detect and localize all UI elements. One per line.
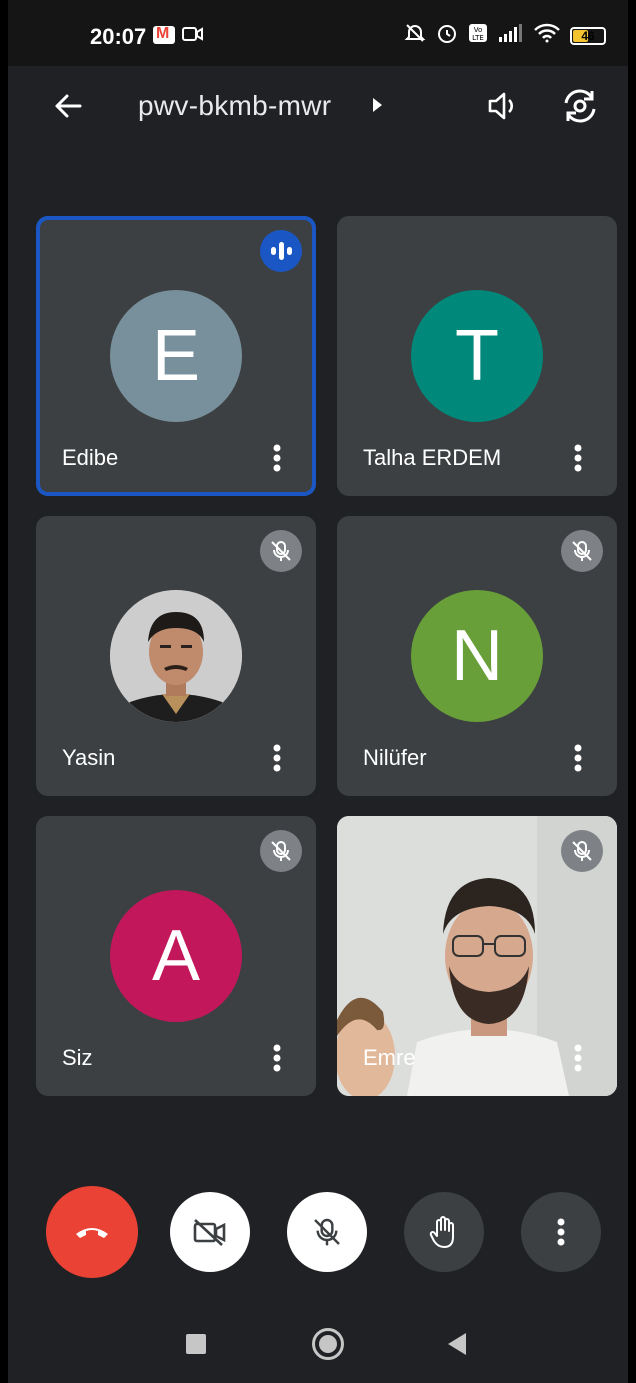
participant-name: Siz xyxy=(62,1045,93,1070)
more-vertical-icon xyxy=(574,1044,582,1072)
participant-tile-talha[interactable]: T Talha ERDEM xyxy=(337,216,617,496)
status-icons: Vo LTE 46 xyxy=(404,22,606,49)
nav-back-icon[interactable] xyxy=(448,1333,466,1355)
avatar: E xyxy=(110,290,242,422)
mic-off-icon xyxy=(561,530,603,572)
avatar: T xyxy=(411,290,543,422)
participant-tile-nilufer[interactable]: N Nilüfer xyxy=(337,516,617,796)
raise-hand-button[interactable] xyxy=(404,1192,484,1272)
meeting-app-bar: pwv-bkmb-mwr xyxy=(8,66,628,148)
system-navigation-bar xyxy=(8,1300,628,1383)
call-controls xyxy=(8,1186,628,1282)
more-vertical-icon xyxy=(273,444,281,472)
meet-screen: 20:07 VoLTE xyxy=(8,0,628,1383)
participant-name: Edibe xyxy=(62,445,119,470)
flip-camera-icon xyxy=(564,89,596,123)
participant-name: Talha ERDEM xyxy=(363,445,502,470)
battery-level: 46 xyxy=(581,28,595,43)
participant-options-button[interactable] xyxy=(262,440,292,476)
back-arrow-icon xyxy=(55,94,82,118)
video-notification-icon xyxy=(182,25,204,48)
more-vertical-icon xyxy=(557,1218,565,1246)
mute-notification-icon xyxy=(404,22,426,49)
meeting-code[interactable]: pwv-bkmb-mwr xyxy=(138,90,331,122)
caret-right-icon[interactable] xyxy=(370,96,384,119)
battery-icon: 46 xyxy=(570,26,606,45)
participant-tile-emre[interactable]: Emre xyxy=(337,816,617,1096)
mic-off-icon xyxy=(561,830,603,872)
participant-name: Nilüfer xyxy=(363,745,427,770)
camera-toggle-button[interactable] xyxy=(170,1192,250,1272)
recent-apps-icon[interactable] xyxy=(186,1334,206,1354)
more-vertical-icon xyxy=(273,744,281,772)
participant-name: Yasin xyxy=(62,745,116,770)
end-call-button[interactable] xyxy=(46,1186,138,1278)
flip-camera-button[interactable] xyxy=(558,84,602,128)
participant-tile-yasin[interactable]: Yasin xyxy=(36,516,316,796)
wifi-icon xyxy=(534,23,560,48)
participant-options-button[interactable] xyxy=(262,1040,292,1076)
svg-text:Vo: Vo xyxy=(474,26,483,34)
back-button[interactable] xyxy=(48,86,88,126)
speaking-indicator-icon xyxy=(260,230,302,272)
mic-off-icon xyxy=(314,1218,340,1246)
participant-options-button[interactable] xyxy=(563,740,593,776)
home-icon[interactable] xyxy=(312,1328,344,1360)
camera-off-icon xyxy=(193,1219,226,1246)
gmail-notification-icon xyxy=(153,25,175,44)
participant-name: Emre xyxy=(363,1045,416,1070)
more-options-button[interactable] xyxy=(521,1192,601,1272)
svg-text:LTE: LTE xyxy=(472,34,484,42)
status-time: 20:07 xyxy=(90,24,147,49)
participant-options-button[interactable] xyxy=(563,440,593,476)
avatar: N xyxy=(411,590,543,722)
speaker-icon xyxy=(488,92,513,120)
end-call-icon xyxy=(76,1228,108,1238)
alarm-icon xyxy=(436,22,458,49)
profile-photo xyxy=(110,590,242,722)
participant-options-button[interactable] xyxy=(262,740,292,776)
speaker-button[interactable] xyxy=(482,84,526,128)
phone-frame: 20:07 VoLTE xyxy=(0,0,636,1383)
more-vertical-icon xyxy=(574,444,582,472)
status-bar: 20:07 VoLTE xyxy=(8,0,628,66)
avatar: A xyxy=(110,890,242,1022)
mic-toggle-button[interactable] xyxy=(287,1192,367,1272)
participant-tile-self[interactable]: A Siz xyxy=(36,816,316,1096)
signal-icon xyxy=(498,23,524,48)
more-vertical-icon xyxy=(574,744,582,772)
mic-off-icon xyxy=(260,530,302,572)
volte-icon: Vo LTE xyxy=(468,23,488,48)
participant-tile-edibe[interactable]: E Edibe xyxy=(36,216,316,496)
more-vertical-icon xyxy=(273,1044,281,1072)
participant-options-button[interactable] xyxy=(563,1040,593,1076)
raise-hand-icon xyxy=(429,1216,454,1248)
mic-off-icon xyxy=(260,830,302,872)
